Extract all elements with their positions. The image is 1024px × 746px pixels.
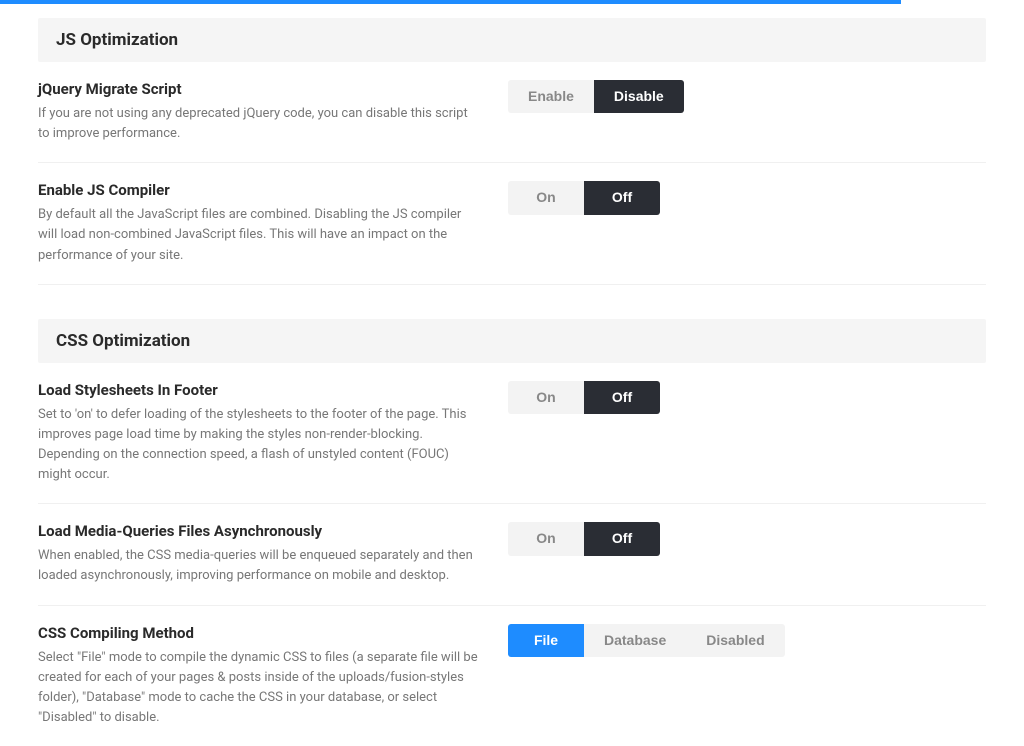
section-title-css: CSS Optimization [56,331,968,351]
toggle-load-footer: On Off [508,381,660,414]
off-button[interactable]: Off [584,522,660,555]
setting-desc-media-async: When enabled, the CSS media-queries will… [38,546,478,586]
on-button[interactable]: On [508,381,584,414]
off-button[interactable]: Off [584,181,660,214]
disabled-button[interactable]: Disabled [686,624,784,657]
setting-desc-compile-method: Select "File" mode to compile the dynami… [38,648,478,729]
setting-jquery-migrate: jQuery Migrate Script If you are not usi… [38,62,986,163]
disable-button[interactable]: Disable [594,80,684,113]
setting-media-async: Load Media-Queries Files Asynchronously … [38,504,986,605]
toggle-js-compiler: On Off [508,181,660,214]
progress-bar [0,0,901,4]
setting-desc-jquery-migrate: If you are not using any deprecated jQue… [38,104,478,144]
toggle-media-async: On Off [508,522,660,555]
setting-js-compiler: Enable JS Compiler By default all the Ja… [38,163,986,284]
section-title-js: JS Optimization [56,30,968,50]
off-button[interactable]: Off [584,381,660,414]
section-header-css: CSS Optimization [38,319,986,363]
setting-compile-method: CSS Compiling Method Select "File" mode … [38,606,986,746]
file-button[interactable]: File [508,624,584,657]
setting-title-jquery-migrate: jQuery Migrate Script [38,80,478,98]
database-button[interactable]: Database [584,624,686,657]
on-button[interactable]: On [508,522,584,555]
setting-load-footer: Load Stylesheets In Footer Set to 'on' t… [38,363,986,505]
setting-title-media-async: Load Media-Queries Files Asynchronously [38,522,478,540]
section-header-js: JS Optimization [38,18,986,62]
setting-desc-load-footer: Set to 'on' to defer loading of the styl… [38,405,478,486]
setting-desc-js-compiler: By default all the JavaScript files are … [38,205,478,265]
on-button[interactable]: On [508,181,584,214]
setting-title-load-footer: Load Stylesheets In Footer [38,381,478,399]
enable-button[interactable]: Enable [508,80,594,113]
toggle-jquery-migrate: Enable Disable [508,80,684,113]
select-compile-method: File Database Disabled [508,624,785,657]
setting-title-js-compiler: Enable JS Compiler [38,181,478,199]
setting-title-compile-method: CSS Compiling Method [38,624,478,642]
